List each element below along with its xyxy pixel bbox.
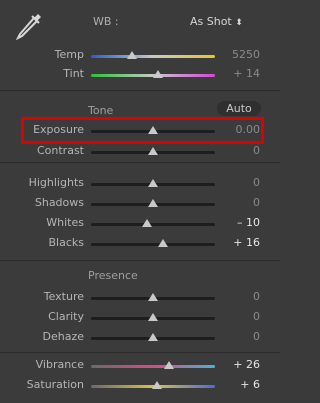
temp-label: Temp [54, 48, 84, 61]
temp-value[interactable]: 5250 [210, 48, 260, 62]
dehaze-label: Dehaze [42, 330, 85, 343]
separator [0, 162, 280, 163]
highlights-value[interactable]: 0 [210, 176, 260, 190]
auto-button[interactable]: Auto [217, 101, 261, 116]
shadows-slider-thumb[interactable] [148, 199, 158, 207]
whites-label: Whites [46, 216, 84, 229]
texture-slider-thumb[interactable] [148, 293, 158, 301]
blacks-slider-track[interactable] [91, 243, 215, 246]
exposure-label: Exposure [33, 123, 84, 136]
saturation-value[interactable]: + 6 [210, 378, 260, 392]
dehaze-slider-thumb[interactable] [148, 333, 158, 341]
wb-dropdown[interactable]: As Shot ⬍ [190, 15, 243, 28]
tint-slider-thumb[interactable] [152, 70, 163, 78]
vibrance-label: Vibrance [35, 358, 84, 371]
vibrance-slider-track[interactable] [91, 365, 215, 368]
shadows-value[interactable]: 0 [210, 196, 260, 210]
develop-basic-panel: WB : As Shot ⬍ Temp 5250 Tint + 14 Tone … [0, 0, 280, 403]
clarity-value[interactable]: 0 [210, 310, 260, 324]
separator [0, 90, 280, 91]
separator [0, 260, 280, 261]
dehaze-value[interactable]: 0 [210, 330, 260, 344]
texture-label: Texture [43, 290, 84, 303]
vibrance-slider-thumb[interactable] [164, 361, 175, 369]
whites-slider-thumb[interactable] [141, 219, 152, 227]
vibrance-value[interactable]: + 26 [210, 358, 260, 372]
whites-slider-track[interactable] [91, 223, 215, 226]
temp-slider-thumb[interactable] [126, 51, 137, 59]
exposure-slider-thumb[interactable] [148, 126, 158, 134]
temp-slider-track[interactable] [91, 55, 215, 58]
tint-label: Tint [63, 67, 84, 80]
texture-value[interactable]: 0 [210, 290, 260, 304]
separator [0, 352, 280, 353]
shadows-label: Shadows [34, 196, 84, 209]
blacks-slider-thumb[interactable] [157, 239, 168, 247]
presence-section-title: Presence [88, 269, 138, 282]
blacks-value[interactable]: + 16 [210, 236, 260, 250]
highlights-label: Highlights [28, 176, 84, 189]
clarity-slider-thumb[interactable] [148, 313, 158, 321]
tint-value[interactable]: + 14 [210, 67, 260, 81]
whites-value[interactable]: – 10 [210, 216, 260, 230]
tone-section-title: Tone [88, 104, 114, 117]
highlights-slider-thumb[interactable] [148, 179, 158, 187]
exposure-value[interactable]: 0.00 [210, 123, 261, 137]
wb-value: As Shot [190, 15, 232, 28]
eyedropper-icon[interactable] [10, 8, 46, 44]
up-down-arrows-icon: ⬍ [235, 18, 243, 28]
contrast-slider-thumb[interactable] [148, 147, 158, 155]
saturation-label: Saturation [26, 378, 84, 391]
blacks-label: Blacks [48, 236, 85, 249]
contrast-value[interactable]: 0 [210, 144, 260, 158]
wb-label: WB : [93, 15, 119, 28]
saturation-slider-thumb[interactable] [151, 381, 162, 389]
contrast-label: Contrast [36, 144, 84, 157]
clarity-label: Clarity [48, 310, 84, 323]
